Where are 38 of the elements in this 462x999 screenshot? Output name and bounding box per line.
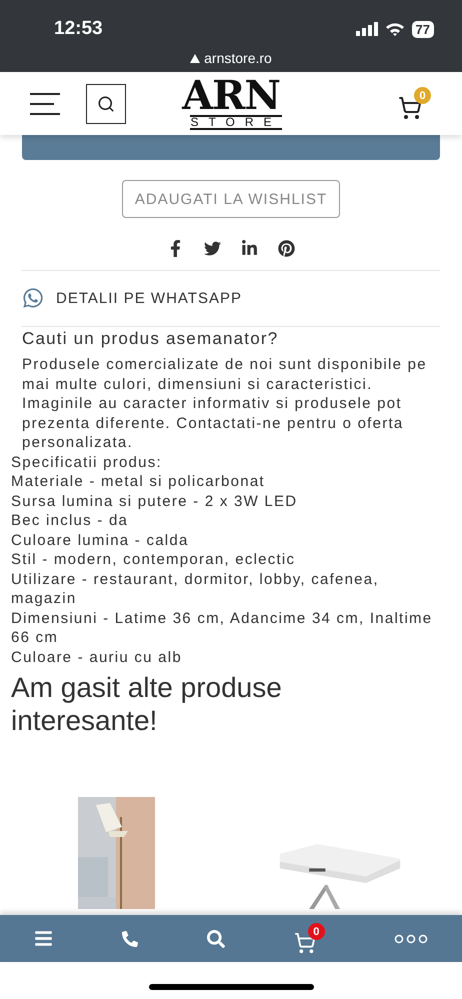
- section-title: Cauti un produs asemanator?: [21, 328, 280, 349]
- search-button[interactable]: [86, 84, 126, 124]
- spec-line: Materiale - metal si policarbonat: [10, 472, 266, 492]
- share-link[interactable]: [204, 240, 222, 258]
- whatsapp-icon: [22, 287, 44, 309]
- linkedin-icon: [240, 240, 258, 257]
- spec-line: Stil - modern, contemporan, eclectic: [10, 550, 296, 570]
- pinterest-icon: [278, 240, 294, 257]
- cart-button[interactable]: 0: [294, 923, 325, 954]
- more-button[interactable]: [394, 934, 428, 944]
- search-icon: [97, 94, 115, 112]
- info-paragraph: Produsele comercializate de noi sunt disponibile pe mai multe culori, dimensiuni si caracteristici. Imaginile au caracter informativ si produsele pot prezenta diferente. Contactati-ne pentru o oferta personalizata.: [22, 355, 428, 452]
- related-title: Am gasit alte produse interesante!: [11, 671, 283, 737]
- phone-button[interactable]: [122, 930, 138, 946]
- spec-line: Utilizare - restaurant, dormitor, lobby, cafenea, magazin: [10, 570, 380, 608]
- spec-line: Bec inclus - da: [10, 511, 130, 530]
- wifi-icon: [384, 22, 405, 36]
- share-link[interactable]: [278, 240, 296, 258]
- url-text[interactable]: arnstore.ro: [204, 50, 272, 66]
- twitter-icon: [204, 240, 220, 257]
- store-logo[interactable]: ARN STORE: [181, 77, 281, 130]
- spec-line: Culoare lumina - calda: [10, 530, 190, 550]
- signal-icon: [356, 22, 378, 36]
- menu-icon[interactable]: [30, 92, 60, 116]
- cart-icon: [398, 96, 422, 120]
- warning-icon: [190, 54, 200, 62]
- whatsapp-link[interactable]: DETALII PE WHATSAPP: [56, 290, 242, 306]
- spec-line: Dimensiuni - Latime 36 cm, Adancime 34 cm, Inaltime 66 cm: [10, 608, 434, 648]
- spec-line: Sursa lumina si putere - 2 x 3W LED: [10, 492, 298, 511]
- cart-count-badge: 0: [414, 87, 431, 104]
- spec-line: Culoare - auriu cu alb: [10, 648, 183, 667]
- menu-button[interactable]: [34, 929, 54, 948]
- wishlist-button[interactable]: ADAUGATI LA WISHLIST: [122, 180, 340, 218]
- battery-level: 77: [412, 20, 434, 38]
- cart-count-badge: 0: [308, 923, 325, 940]
- clock: 12:53: [54, 18, 103, 40]
- specs-title: Specificatii produs:: [10, 452, 163, 472]
- share-link[interactable]: [240, 240, 258, 258]
